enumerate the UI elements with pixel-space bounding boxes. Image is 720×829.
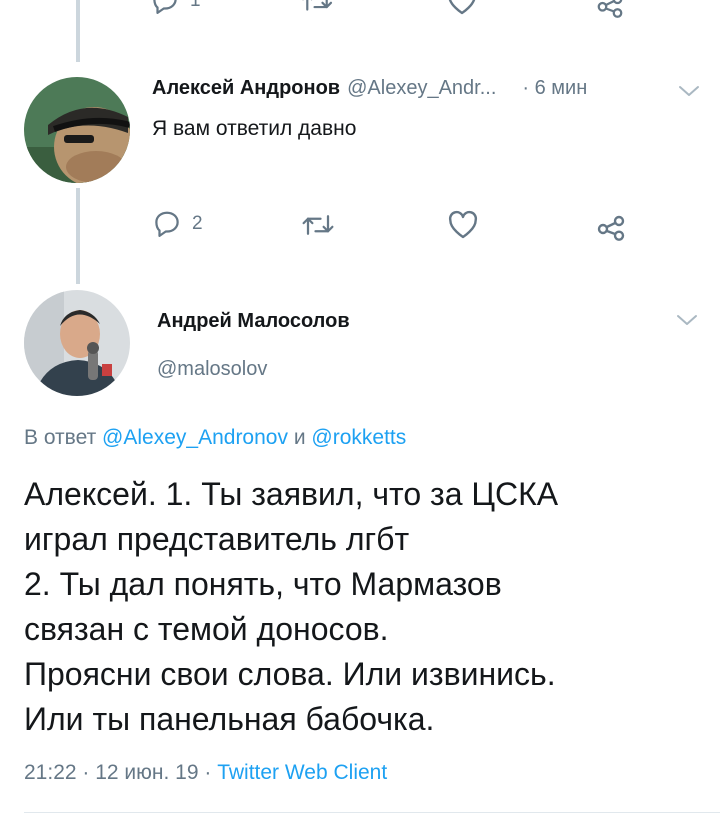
author-name[interactable]: Андрей Малосолов	[157, 310, 350, 333]
author-name[interactable]: Алексей Андронов	[152, 77, 340, 100]
reply-count: 2	[192, 213, 203, 234]
tweet-line: играл представитель лгбт	[24, 521, 410, 557]
tweet-body: Алексей. 1. Ты заявил, что за ЦСКА играл…	[24, 472, 704, 742]
tweet-time[interactable]: · 6 мин	[522, 77, 587, 100]
tweet-client[interactable]: Twitter Web Client	[217, 761, 387, 784]
reply-button-top[interactable]: 1	[150, 0, 201, 16]
retweet-icon	[302, 215, 334, 235]
retweet-icon	[302, 0, 333, 11]
tweet-line: связан с темой доносов.	[24, 611, 389, 647]
avatar-alexey[interactable]	[24, 77, 130, 183]
divider	[24, 812, 720, 813]
tweet-line: Алексей. 1. Ты заявил, что за ЦСКА	[24, 476, 559, 512]
reply-prefix: В ответ	[24, 426, 97, 449]
thread-line-top	[76, 0, 80, 62]
tweet-line: Или ты панельная бабочка.	[24, 701, 435, 737]
share-button[interactable]	[595, 209, 627, 241]
author-handle[interactable]: @Alexey_Andr...	[347, 77, 496, 100]
share-icon	[597, 0, 623, 18]
like-button[interactable]	[447, 210, 479, 240]
tweet-timestamp[interactable]: 21:22 · 12 июн. 19 ·	[24, 761, 211, 784]
reply-button[interactable]: 2	[152, 209, 203, 239]
tweet-text: Я вам ответил давно	[152, 117, 357, 140]
avatar-andrey[interactable]	[24, 290, 130, 396]
heart-icon	[448, 210, 478, 239]
thread-line-middle	[76, 188, 80, 284]
reply-count: 1	[190, 0, 201, 11]
chevron-down-icon[interactable]	[678, 84, 700, 98]
reply-icon	[153, 0, 177, 14]
retweet-button[interactable]	[300, 210, 336, 240]
tweet-header-alexey: Алексей Андронов @Alexey_Andr... · 6 мин	[152, 77, 672, 105]
reply-and: и	[293, 426, 306, 449]
author-handle[interactable]: @malosolov	[157, 358, 267, 381]
tweet-meta: 21:22 · 12 июн. 19 · Twitter Web Client	[24, 761, 387, 785]
share-button-top[interactable]	[594, 0, 626, 18]
reply-context: В ответ @Alexey_Andronov и @rokketts	[24, 426, 406, 450]
tweet-line: 2. Ты дал понять, что Мармазов	[24, 566, 502, 602]
heart-icon	[448, 0, 476, 15]
chevron-down-icon[interactable]	[676, 313, 698, 327]
mention-rokketts[interactable]: @rokketts	[311, 426, 406, 449]
like-button-top[interactable]	[446, 0, 478, 16]
share-icon	[597, 215, 625, 241]
tweet-line: Проясни свои слова. Или извинись.	[24, 656, 556, 692]
mention-alexey[interactable]: @Alexey_Andronov	[102, 426, 288, 449]
reply-icon	[155, 211, 179, 237]
retweet-button-top[interactable]	[300, 0, 334, 16]
